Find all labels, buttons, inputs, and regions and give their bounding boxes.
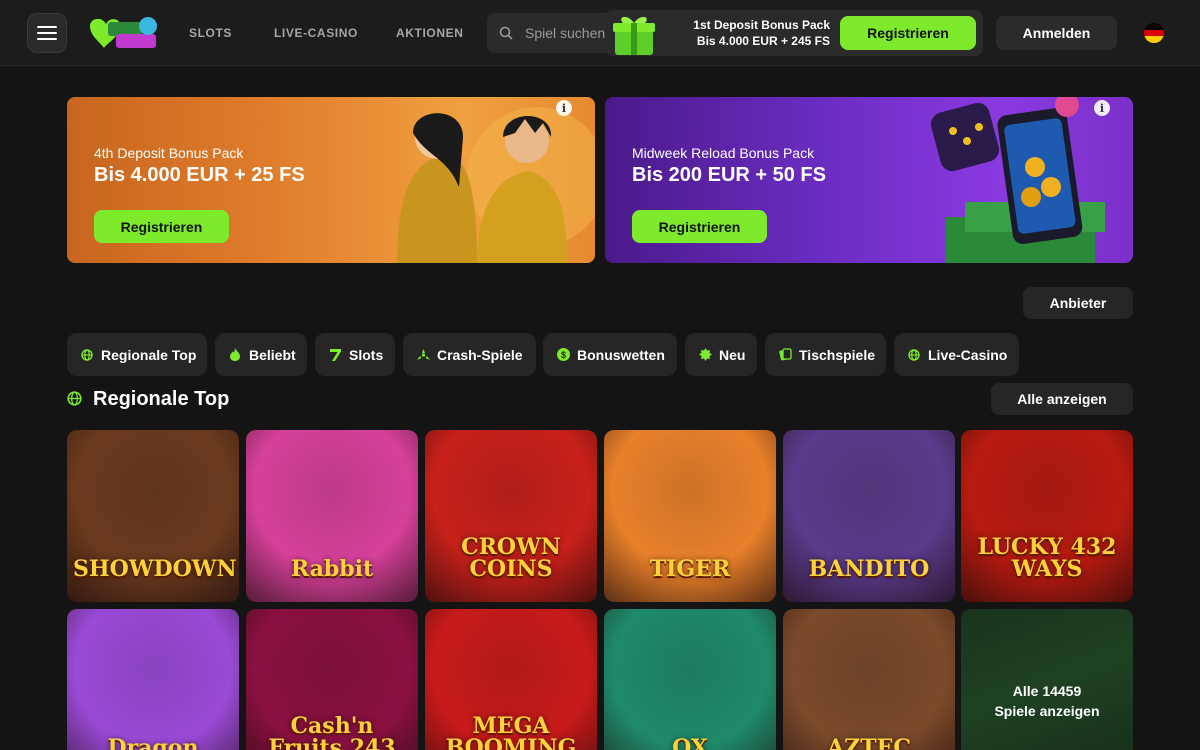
- casino-logo[interactable]: [86, 14, 160, 52]
- game-title: TIGER: [649, 556, 731, 582]
- banner-register-button[interactable]: Registrieren: [94, 210, 229, 243]
- promo-banner-midweek-reload[interactable]: i Midweek Reload Bonus Pack Bis 200 EUR …: [605, 97, 1133, 263]
- tab-beliebt[interactable]: Beliebt: [215, 333, 307, 376]
- banner-title: Bis 200 EUR + 50 FS: [632, 164, 826, 186]
- banner-register-button[interactable]: Registrieren: [632, 210, 767, 243]
- flame-icon: [228, 348, 242, 362]
- tab-slots[interactable]: Slots: [315, 333, 395, 376]
- promo-text: 1st Deposit Bonus Pack Bis 4.000 EUR + 2…: [670, 17, 830, 49]
- banner-title: Bis 4.000 EUR + 25 FS: [94, 164, 305, 186]
- game-tile[interactable]: Cash'n Fruits 243: [246, 609, 418, 750]
- search-placeholder: Spiel suchen: [525, 25, 606, 41]
- promo-line-1: 1st Deposit Bonus Pack: [693, 18, 830, 32]
- chip-label: Beliebt: [249, 346, 296, 363]
- banner-subtitle: Midweek Reload Bonus Pack: [632, 145, 815, 161]
- game-tile[interactable]: SHOWDOWN: [67, 430, 239, 602]
- menu-button[interactable]: [27, 13, 67, 53]
- game-tile[interactable]: Dragon: [67, 609, 239, 750]
- game-tile[interactable]: CROWN COINS: [425, 430, 597, 602]
- banner-subtitle: 4th Deposit Bonus Pack: [94, 145, 244, 161]
- game-title: AZTEC: [827, 735, 911, 750]
- section-title: Regionale Top: [93, 388, 230, 410]
- tab-bonuswetten[interactable]: $ Bonuswetten: [543, 333, 677, 376]
- tab-tischspiele[interactable]: Tischspiele: [765, 333, 886, 376]
- chip-label: Slots: [349, 346, 384, 363]
- search-icon: [499, 26, 513, 40]
- game-tile[interactable]: TIGER: [604, 430, 776, 602]
- dollar-icon: $: [556, 348, 570, 362]
- chip-label: Regionale Top: [101, 346, 197, 363]
- tab-neu[interactable]: Neu: [685, 333, 757, 376]
- seven-icon: [328, 348, 342, 362]
- chip-label: Crash-Spiele: [437, 346, 523, 363]
- game-title: SHOWDOWN: [73, 556, 237, 582]
- game-title: Rabbit: [290, 556, 374, 582]
- gift-icon: [613, 16, 655, 55]
- game-tile[interactable]: BANDITO: [783, 430, 955, 602]
- tab-live-casino[interactable]: Live-Casino: [894, 333, 1019, 376]
- all-games-label: Spiele anzeigen: [994, 703, 1100, 719]
- register-button[interactable]: Registrieren: [840, 16, 976, 50]
- game-tile[interactable]: OX: [604, 609, 776, 750]
- game-tile[interactable]: LUCKY 432 WAYS: [961, 430, 1133, 602]
- promo-banner-4th-deposit[interactable]: i 4th Deposit Bonus Pack Bis 4.000 EUR +…: [67, 97, 595, 263]
- tab-regionale-top[interactable]: Regionale Top: [67, 333, 207, 376]
- nav-slots[interactable]: SLOTS: [189, 26, 232, 40]
- star-badge-icon: [698, 348, 712, 362]
- cards-icon: [778, 348, 792, 362]
- globe-icon: [80, 348, 94, 362]
- phone-coins-illustration: [930, 97, 1105, 263]
- game-title: Cash'n Fruits 243: [268, 713, 396, 750]
- game-title: BANDITO: [808, 556, 930, 582]
- game-title: Dragon: [107, 735, 199, 750]
- chip-label: Neu: [719, 346, 746, 363]
- game-title: MEGA BOOMING: [445, 713, 577, 750]
- search-input[interactable]: Spiel suchen: [487, 13, 617, 53]
- german-flag-icon[interactable]: [1144, 23, 1164, 43]
- login-button[interactable]: Anmelden: [996, 16, 1117, 50]
- nav-live-casino[interactable]: LIVE-CASINO: [274, 26, 358, 40]
- info-icon[interactable]: i: [1094, 100, 1110, 116]
- rocket-icon: [416, 348, 430, 362]
- game-tile[interactable]: Rabbit: [246, 430, 418, 602]
- globe-icon: [67, 391, 82, 406]
- provider-filter-button[interactable]: Anbieter: [1023, 287, 1133, 319]
- chip-label: Bonuswetten: [577, 346, 665, 363]
- all-games-tile[interactable]: Alle 14459 Spiele anzeigen: [961, 609, 1133, 750]
- all-games-count: Alle 14459: [1012, 683, 1082, 699]
- show-all-button[interactable]: Alle anzeigen: [991, 383, 1133, 415]
- nav-aktionen[interactable]: AKTIONEN: [396, 26, 463, 40]
- promo-line-2: Bis 4.000 EUR + 245 FS: [696, 34, 830, 48]
- chip-label: Live-Casino: [928, 346, 1008, 363]
- site-header: SLOTS LIVE-CASINO AKTIONEN Spiel suchen …: [0, 0, 1200, 66]
- globe-icon: [907, 348, 921, 362]
- game-title: LUCKY 432 WAYS: [977, 534, 1117, 582]
- game-tile[interactable]: AZTEC: [783, 609, 955, 750]
- chip-label: Tischspiele: [799, 346, 876, 363]
- game-tile[interactable]: MEGA BOOMING: [425, 609, 597, 750]
- info-icon[interactable]: i: [556, 100, 572, 116]
- tab-crash-spiele[interactable]: Crash-Spiele: [403, 333, 536, 376]
- warriors-illustration: [397, 107, 595, 263]
- svg-text:$: $: [560, 350, 565, 360]
- game-title: CROWN COINS: [461, 534, 561, 582]
- game-title: OX: [672, 735, 708, 750]
